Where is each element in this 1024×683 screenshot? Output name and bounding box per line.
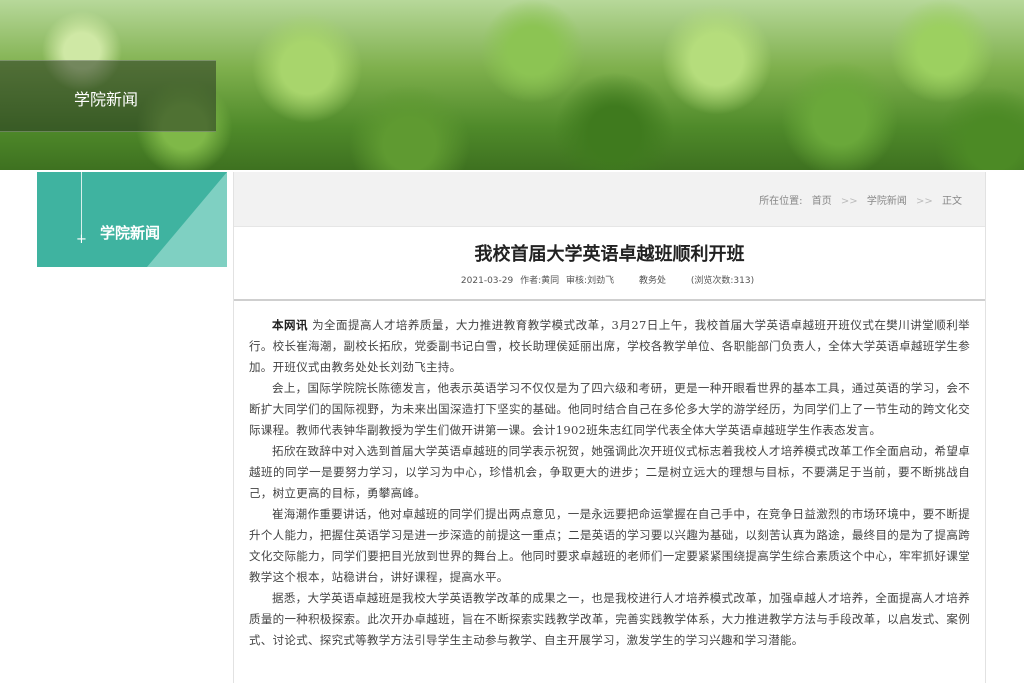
plus-icon: + (76, 232, 87, 247)
article-lead: 本网讯 (272, 318, 308, 332)
breadcrumb: 所在位置: 首页 >> 学院新闻 >> 正文 (756, 192, 965, 207)
article-meta: 2021-03-29 作者:黄同 审核:刘劲飞 教务处 (浏览次数:313) (234, 273, 985, 286)
breadcrumb-separator: >> (840, 196, 858, 207)
sidebar-section-header[interactable]: + 学院新闻 (37, 172, 227, 267)
article-paragraph: 本网讯 为全面提高人才培养质量，大力推进教育教学模式改革，3月27日上午，我校首… (249, 315, 970, 378)
breadcrumb-bar: 所在位置: 首页 >> 学院新闻 >> 正文 (234, 172, 985, 227)
article-body: 本网讯 为全面提高人才培养质量，大力推进教育教学模式改革，3月27日上午，我校首… (249, 315, 970, 651)
sidebar-title: 学院新闻 (100, 224, 161, 242)
article-title: 我校首届大学英语卓越班顺利开班 (474, 244, 745, 265)
article-paragraph: 崔海潮作重要讲话，他对卓越班的同学们提出两点意见，一是永远要把命运掌握在自己手中… (249, 507, 970, 584)
article-reviewer: 审核:刘劲飞 (566, 276, 615, 286)
title-divider (234, 299, 985, 301)
article-date: 2021-03-29 (460, 276, 514, 286)
article-views: (浏览次数:313) (690, 276, 755, 286)
article-panel: 所在位置: 首页 >> 学院新闻 >> 正文 我校首届大学英语卓越班顺利开班 2… (233, 172, 986, 683)
banner-section-title: 学院新闻 (74, 90, 139, 109)
article-paragraph: 据悉，大学英语卓越班是我校大学英语教学改革的成果之一，也是我校进行人才培养模式改… (249, 591, 970, 647)
article-author: 作者:黄同 (520, 276, 560, 286)
decorative-triangle (147, 172, 227, 267)
breadcrumb-home-link[interactable]: 首页 (812, 196, 832, 207)
article-paragraph: 会上，国际学院院长陈德发言，他表示英语学习不仅仅是为了四六级和考研，更是一种开眼… (249, 381, 970, 437)
paragraph-text: 为全面提高人才培养质量，大力推进教育教学模式改革，3月27日上午，我校首届大学英… (249, 318, 970, 374)
article-department: 教务处 (638, 276, 666, 286)
breadcrumb-current: 正文 (942, 196, 962, 207)
breadcrumb-prefix: 所在位置: (759, 196, 803, 207)
article-paragraph: 拓欣在致辞中对入选到首届大学英语卓越班的同学表示祝贺，她强调此次开班仪式标志着我… (249, 444, 970, 500)
breadcrumb-separator: >> (916, 196, 933, 207)
breadcrumb-section-link[interactable]: 学院新闻 (867, 196, 907, 207)
